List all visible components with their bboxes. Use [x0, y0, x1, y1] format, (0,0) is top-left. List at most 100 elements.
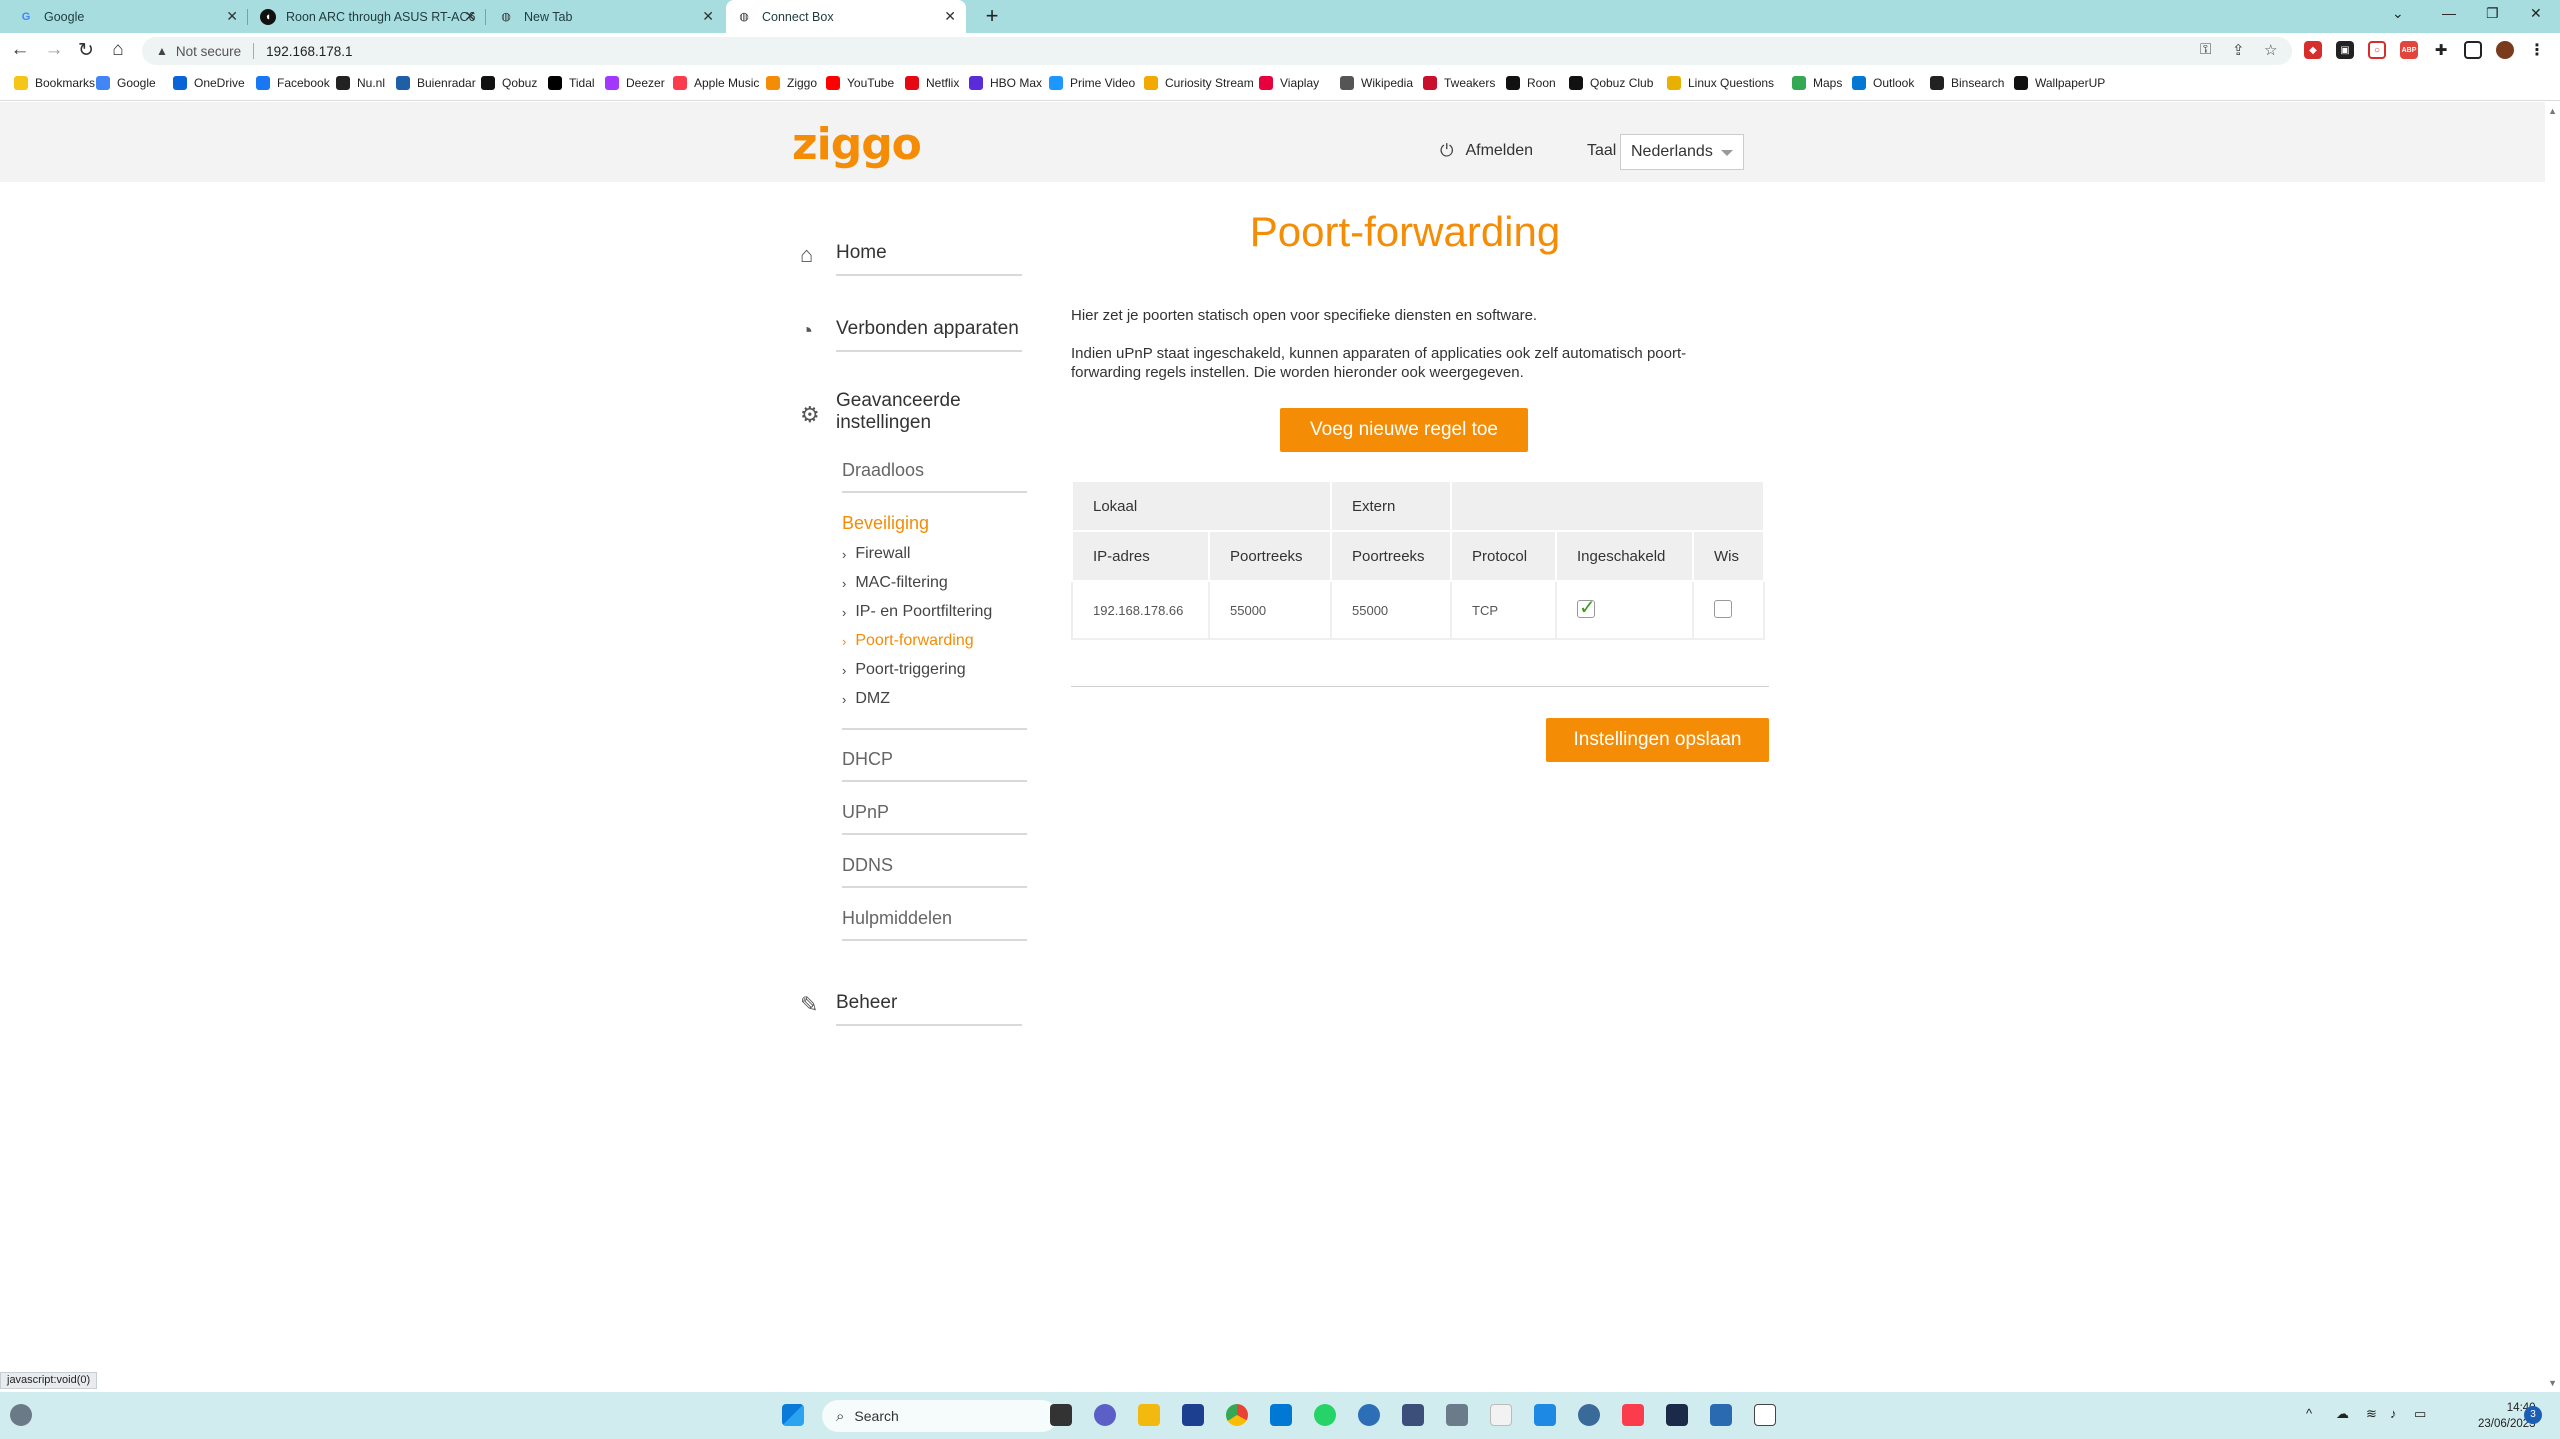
sidebar-item-port-forwarding[interactable]: › Poort-forwarding	[842, 632, 974, 650]
close-window-icon[interactable]: ✕	[2530, 5, 2542, 22]
new-tab-button[interactable]: +	[978, 3, 1006, 29]
bookmark-item[interactable]: Viaplay	[1259, 76, 1319, 90]
task-view-icon[interactable]	[1050, 1404, 1072, 1426]
sidebar-item-ip-port-filtering[interactable]: › IP- en Poortfiltering	[842, 603, 992, 621]
bookmark-item[interactable]: Google	[96, 76, 156, 90]
close-icon[interactable]: ✕	[944, 8, 956, 25]
app-icon[interactable]	[1534, 1404, 1556, 1426]
sidepanel-icon[interactable]	[2464, 41, 2482, 59]
chevron-up-icon[interactable]: ^	[2306, 1406, 2312, 1421]
bookmark-item[interactable]: Qobuz Club	[1569, 76, 1653, 90]
sidebar-item-mac-filtering[interactable]: › MAC-filtering	[842, 574, 948, 592]
sidebar-item-firewall[interactable]: › Firewall	[842, 545, 910, 563]
bookmark-item[interactable]: Qobuz	[481, 76, 537, 90]
sidebar-item-admin[interactable]: ✎ Beheer	[800, 992, 1022, 1026]
back-icon[interactable]: ←	[8, 39, 32, 61]
tab-roon[interactable]: ◖ Roon ARC through ASUS RT-AC6 ✕	[250, 0, 486, 33]
bookmark-item[interactable]: Apple Music	[673, 76, 759, 90]
bookmark-item[interactable]: Outlook	[1852, 76, 1914, 90]
url-text[interactable]: 192.168.178.1	[266, 44, 352, 59]
taskbar-search[interactable]: ⌕ Search	[822, 1400, 1058, 1432]
app-icon[interactable]	[1710, 1404, 1732, 1426]
puzzle-icon[interactable]: ✚	[2432, 41, 2450, 59]
bookmark-item[interactable]: Roon	[1506, 76, 1556, 90]
save-app-icon[interactable]	[1182, 1404, 1204, 1426]
bookmark-item[interactable]: Prime Video	[1049, 76, 1135, 90]
scrollbar[interactable]: ▲ ▼	[2545, 102, 2560, 1392]
sidebar-item-upnp[interactable]: UPnP	[842, 802, 1027, 835]
bookmark-item[interactable]: Netflix	[905, 76, 959, 90]
scroll-down-icon[interactable]: ▼	[2548, 1378, 2557, 1388]
sidebar-item-security[interactable]: Beveiliging	[842, 513, 1027, 544]
bookmark-item[interactable]: Bookmarks	[14, 76, 95, 90]
battery-icon[interactable]: ▭	[2414, 1406, 2426, 1422]
bookmark-item[interactable]: Ziggo	[766, 76, 817, 90]
outlook-icon[interactable]	[1270, 1404, 1292, 1426]
app-icon[interactable]	[1754, 1404, 1776, 1426]
warning-icon[interactable]: ▲	[156, 44, 168, 58]
sidebar-item-advanced[interactable]: ⚙ Geavanceerde instellingen	[800, 390, 1022, 444]
bookmark-item[interactable]: YouTube	[826, 76, 894, 90]
logout-link[interactable]: ⏻ Afmelden	[1440, 141, 1533, 161]
home-icon[interactable]: ⌂	[106, 39, 130, 61]
bookmark-item[interactable]: Buienradar	[396, 76, 476, 90]
sidebar-item-ddns[interactable]: DDNS	[842, 855, 1027, 888]
close-icon[interactable]: ✕	[226, 8, 238, 25]
sidebar-item-dhcp[interactable]: DHCP	[842, 749, 1027, 782]
app-icon[interactable]	[1402, 1404, 1424, 1426]
close-icon[interactable]: ✕	[702, 8, 714, 25]
bookmark-item[interactable]: Tidal	[548, 76, 595, 90]
bookmark-item[interactable]: Wikipedia	[1340, 76, 1413, 90]
windows-start-icon[interactable]	[782, 1404, 804, 1426]
key-icon[interactable]: ⚿	[2200, 41, 2211, 58]
bookmark-item[interactable]: Maps	[1792, 76, 1842, 90]
bookmark-item[interactable]: Tweakers	[1423, 76, 1495, 90]
bookmark-item[interactable]: Linux Questions	[1667, 76, 1774, 90]
enabled-checkbox[interactable]	[1577, 595, 1596, 620]
sidebar-item-dmz[interactable]: › DMZ	[842, 690, 890, 708]
star-icon[interactable]: ☆	[2264, 41, 2277, 59]
wifi-icon[interactable]: ≋	[2366, 1406, 2377, 1422]
chrome-icon[interactable]	[1226, 1404, 1248, 1426]
extension-icon[interactable]: ▣	[2336, 41, 2354, 59]
sidebar-item-port-triggering[interactable]: › Poort-triggering	[842, 661, 966, 679]
bookmark-item[interactable]: Binsearch	[1930, 76, 2004, 90]
language-select[interactable]: Nederlands	[1620, 134, 1744, 170]
bookmark-item[interactable]: Nu.nl	[336, 76, 385, 90]
sidebar-item-home[interactable]: ⌂ Home	[800, 242, 1022, 276]
tab-connect-box[interactable]: ◍ Connect Box ✕	[726, 0, 966, 33]
sidebar-item-devices[interactable]: ◔ Verbonden apparaten	[800, 318, 1022, 352]
restore-icon[interactable]: ❐	[2486, 5, 2499, 22]
close-icon[interactable]: ✕	[464, 8, 476, 25]
bookmark-item[interactable]: Curiosity Stream	[1144, 76, 1254, 90]
tab-new-tab[interactable]: ◍ New Tab ✕	[488, 0, 724, 33]
bookmark-item[interactable]: Facebook	[256, 76, 330, 90]
cloud-icon[interactable]: ☁	[2336, 1406, 2349, 1422]
extension-icon[interactable]: ○	[2368, 41, 2386, 59]
forward-icon[interactable]: →	[42, 39, 66, 61]
menu-icon[interactable]: ⋮	[2528, 41, 2546, 59]
scroll-up-icon[interactable]: ▲	[2548, 106, 2557, 116]
sidebar-item-wireless[interactable]: Draadloos	[842, 460, 1027, 493]
tab-search-icon[interactable]: ⌄	[2392, 5, 2404, 22]
app-icon[interactable]	[1666, 1404, 1688, 1426]
share-icon[interactable]: ⇪	[2232, 41, 2245, 59]
notification-badge[interactable]: 3	[2524, 1406, 2542, 1424]
whatsapp-icon[interactable]	[1314, 1404, 1336, 1426]
avatar[interactable]	[2496, 41, 2514, 59]
volume-icon[interactable]: ♪	[2390, 1406, 2397, 1421]
file-explorer-icon[interactable]	[1138, 1404, 1160, 1426]
minimize-icon[interactable]: —	[2442, 5, 2456, 21]
bookmark-item[interactable]: OneDrive	[173, 76, 245, 90]
save-settings-button[interactable]: Instellingen opslaan	[1546, 718, 1769, 762]
address-bar[interactable]: ▲ Not secure 192.168.178.1	[142, 37, 2292, 65]
apple-music-icon[interactable]	[1622, 1404, 1644, 1426]
not-secure-label[interactable]: Not secure	[176, 44, 241, 59]
app-icon[interactable]	[1446, 1404, 1468, 1426]
add-rule-button[interactable]: Voeg nieuwe regel toe	[1280, 408, 1528, 452]
widgets-icon[interactable]	[10, 1404, 32, 1426]
ziggo-logo[interactable]: ziggo	[792, 119, 922, 170]
bookmark-item[interactable]: Deezer	[605, 76, 665, 90]
delete-checkbox[interactable]	[1714, 599, 1732, 618]
app-icon[interactable]	[1490, 1404, 1512, 1426]
